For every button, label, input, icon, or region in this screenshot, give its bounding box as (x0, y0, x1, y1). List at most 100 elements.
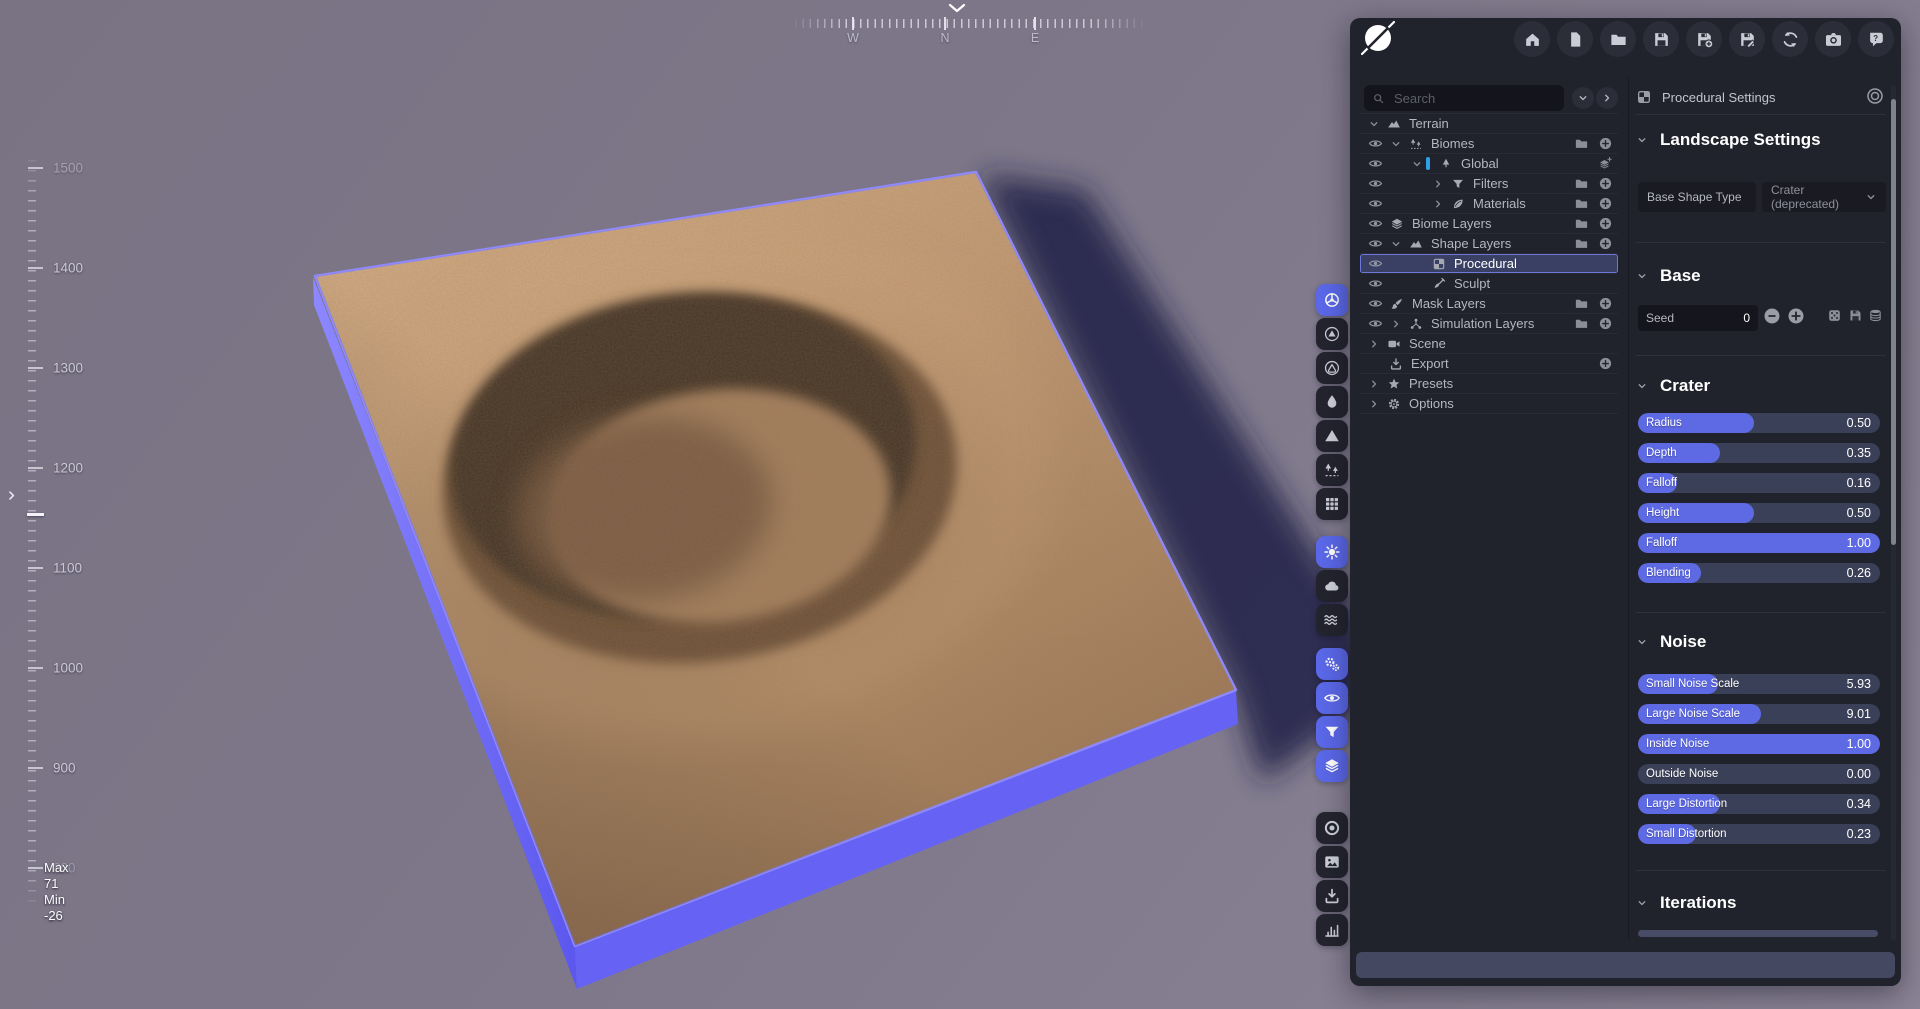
section-base[interactable]: Base (1636, 266, 1701, 286)
add-button[interactable] (1597, 216, 1613, 232)
chevron-down-icon[interactable] (1364, 118, 1383, 130)
visibility-toggle[interactable] (1364, 196, 1386, 211)
search-next-button[interactable] (1596, 87, 1618, 109)
biomes-tool-button[interactable] (1316, 454, 1348, 486)
panel-toggle-button[interactable] (1864, 85, 1886, 107)
slider-height[interactable]: Height0.50 (1638, 503, 1880, 523)
base-shape-type-dropdown[interactable]: Crater (deprecated) (1762, 182, 1886, 212)
tree-row-mask-layers[interactable]: Mask Layers (1360, 294, 1618, 314)
section-landscape-settings[interactable]: Landscape Settings (1636, 130, 1821, 150)
tree-row-filters[interactable]: Filters (1360, 174, 1618, 194)
add-button[interactable] (1597, 356, 1613, 372)
funnel-tool-button[interactable] (1316, 716, 1348, 748)
tree-row-scene[interactable]: Scene (1360, 334, 1618, 354)
scrollbar-thumb[interactable] (1891, 99, 1896, 545)
layers-add-button[interactable] (1597, 156, 1613, 172)
record-tool-button[interactable] (1316, 812, 1348, 844)
visibility-toggle[interactable] (1364, 136, 1386, 151)
tree-row-procedural[interactable]: Procedural (1360, 254, 1618, 274)
slider-large-noise-scale[interactable]: Large Noise Scale9.01 (1638, 704, 1880, 724)
peak-tool-button[interactable] (1316, 420, 1348, 452)
slider-large-distortion[interactable]: Large Distortion0.34 (1638, 794, 1880, 814)
compass-heading-bar[interactable]: W N E (788, 0, 1148, 50)
visibility-toggle[interactable] (1364, 316, 1386, 331)
slider-small-distortion[interactable]: Small Distortion0.23 (1638, 824, 1880, 844)
slider-blending[interactable]: Blending0.26 (1638, 563, 1880, 583)
folder-button[interactable] (1573, 176, 1589, 192)
folder-button[interactable] (1573, 236, 1589, 252)
visibility-toggle[interactable] (1364, 176, 1386, 191)
visibility-toggle[interactable] (1364, 296, 1386, 311)
tree-row-biome-layers[interactable]: Biome Layers (1360, 214, 1618, 234)
folder-button[interactable] (1600, 21, 1636, 57)
home-button[interactable] (1514, 21, 1550, 57)
visibility-toggle[interactable] (1364, 216, 1386, 231)
download-tool-button[interactable] (1316, 880, 1348, 912)
folder-button[interactable] (1573, 216, 1589, 232)
droplet-tool-button[interactable] (1316, 386, 1348, 418)
tree-row-options[interactable]: Options (1360, 394, 1618, 414)
sync-button[interactable] (1772, 21, 1808, 57)
file-button[interactable] (1557, 21, 1593, 57)
section-iterations[interactable]: Iterations (1636, 893, 1737, 913)
slider-falloff[interactable]: Falloff0.16 (1638, 473, 1880, 493)
help-button[interactable] (1858, 21, 1894, 57)
section-crater[interactable]: Crater (1636, 376, 1710, 396)
visibility-toggle[interactable] (1364, 236, 1386, 251)
slider-depth[interactable]: Depth0.35 (1638, 443, 1880, 463)
tree-row-terrain[interactable]: Terrain (1360, 114, 1618, 134)
add-button[interactable] (1597, 316, 1613, 332)
cloud-tool-button[interactable] (1316, 570, 1348, 602)
chart-tool-button[interactable] (1316, 914, 1348, 946)
camera-button[interactable] (1815, 21, 1851, 57)
wheel-tool-button[interactable] (1316, 284, 1348, 316)
folder-button[interactable] (1573, 196, 1589, 212)
folder-button[interactable] (1573, 136, 1589, 152)
tree-row-sculpt[interactable]: Sculpt (1360, 274, 1618, 294)
chevron-right-icon[interactable] (1386, 318, 1405, 330)
chevron-right-icon[interactable] (1428, 178, 1447, 190)
slider-falloff[interactable]: Falloff1.00 (1638, 533, 1880, 553)
tri-a-tool-button[interactable] (1316, 318, 1348, 350)
add-button[interactable] (1597, 296, 1613, 312)
eye-tool-button[interactable] (1316, 682, 1348, 714)
tree-row-materials[interactable]: Materials (1360, 194, 1618, 214)
image-tool-button[interactable] (1316, 846, 1348, 878)
slider-small-noise-scale[interactable]: Small Noise Scale5.93 (1638, 674, 1880, 694)
add-button[interactable] (1597, 196, 1613, 212)
chevron-right-icon[interactable] (1364, 338, 1383, 350)
add-button[interactable] (1597, 236, 1613, 252)
layers-tool-button[interactable] (1316, 750, 1348, 782)
tree-row-export[interactable]: Export (1360, 354, 1618, 374)
chevron-right-icon[interactable] (1364, 398, 1383, 410)
tree-row-presets[interactable]: Presets (1360, 374, 1618, 394)
tri-b-tool-button[interactable] (1316, 352, 1348, 384)
tree-row-global[interactable]: Global (1360, 154, 1618, 174)
gears-tool-button[interactable] (1316, 648, 1348, 680)
search-box[interactable] (1364, 85, 1564, 111)
settings-scrollbar[interactable] (1891, 85, 1896, 940)
chevron-down-icon[interactable] (1407, 158, 1426, 170)
slider-inside-noise[interactable]: Inside Noise1.00 (1638, 734, 1880, 754)
seed-field[interactable]: Seed 0 (1638, 305, 1758, 331)
save-button[interactable] (1643, 21, 1679, 57)
search-input[interactable] (1392, 90, 1572, 107)
seed-decrement-button[interactable] (1762, 306, 1782, 326)
slider-radius[interactable]: Radius0.50 (1638, 413, 1880, 433)
tree-row-shape-layers[interactable]: Shape Layers (1360, 234, 1618, 254)
folder-button[interactable] (1573, 296, 1589, 312)
folder-button[interactable] (1573, 316, 1589, 332)
visibility-toggle[interactable] (1364, 276, 1386, 291)
expand-left-panel-button[interactable] (4, 488, 19, 503)
save-seed-button[interactable] (1848, 308, 1864, 324)
chevron-down-icon[interactable] (1386, 138, 1405, 150)
seed-history-button[interactable] (1868, 308, 1884, 324)
save-plus-button[interactable] (1686, 21, 1722, 57)
settings-horizontal-scrollbar[interactable] (1638, 930, 1878, 937)
visibility-toggle[interactable] (1364, 156, 1386, 171)
visibility-toggle[interactable] (1364, 256, 1386, 271)
section-noise[interactable]: Noise (1636, 632, 1706, 652)
add-button[interactable] (1597, 176, 1613, 192)
chevron-down-icon[interactable] (1386, 238, 1405, 250)
save-edit-button[interactable] (1729, 21, 1765, 57)
